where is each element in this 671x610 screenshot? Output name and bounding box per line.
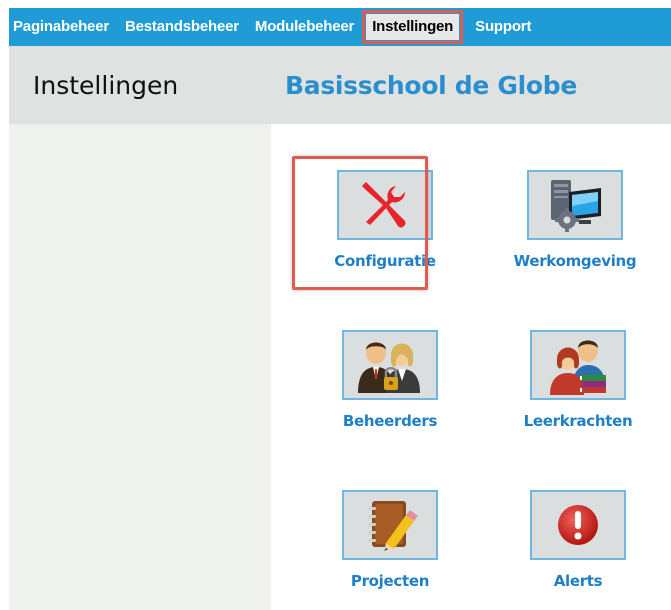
tile-configuratie[interactable]: Configuratie [292, 156, 460, 290]
tile-icon-box [530, 330, 626, 400]
tile-label: Configuratie [334, 252, 436, 270]
page-header: Instellingen Basisschool de Globe [9, 46, 671, 124]
teachers-icon [550, 340, 606, 395]
tile-label: Alerts [553, 572, 603, 590]
tile-icon-box [342, 330, 438, 400]
tile-icon-box [527, 170, 623, 240]
admins-icon [358, 342, 420, 393]
tile-label: Werkomgeving [513, 252, 637, 270]
tile-projecten[interactable]: Projecten [315, 490, 465, 610]
nav-item-paginabeheer[interactable]: Paginabeheer [9, 8, 117, 46]
nav-item-instellingen[interactable]: Instellingen [362, 10, 464, 44]
nav-item-support[interactable]: Support [467, 8, 539, 46]
school-name: Basisschool de Globe [285, 70, 578, 100]
computer-gear-icon [551, 180, 601, 232]
nav-item-bestandsbeheer[interactable]: Bestandsbeheer [117, 8, 247, 46]
tile-alerts[interactable]: Alerts [503, 490, 653, 610]
tile-label: Beheerders [342, 412, 438, 430]
tile-icon-box [342, 490, 438, 560]
sidebar [9, 124, 271, 610]
tile-beheerders[interactable]: Beheerders [315, 330, 465, 450]
tile-label: Leerkrachten [523, 412, 633, 430]
alert-icon [558, 505, 598, 545]
tile-icon-box [337, 170, 433, 240]
top-nav: Paginabeheer Bestandsbeheer Modulebeheer… [9, 8, 671, 46]
page-title: Instellingen [33, 70, 179, 100]
tile-werkomgeving[interactable]: Werkomgeving [500, 170, 650, 290]
tile-label: Projecten [350, 572, 430, 590]
tile-leerkrachten[interactable]: Leerkrachten [503, 330, 653, 450]
notebook-pencil-icon [368, 501, 418, 551]
nav-item-modulebeheer[interactable]: Modulebeheer [247, 8, 362, 46]
tile-icon-box [530, 490, 626, 560]
tools-icon [362, 182, 406, 228]
